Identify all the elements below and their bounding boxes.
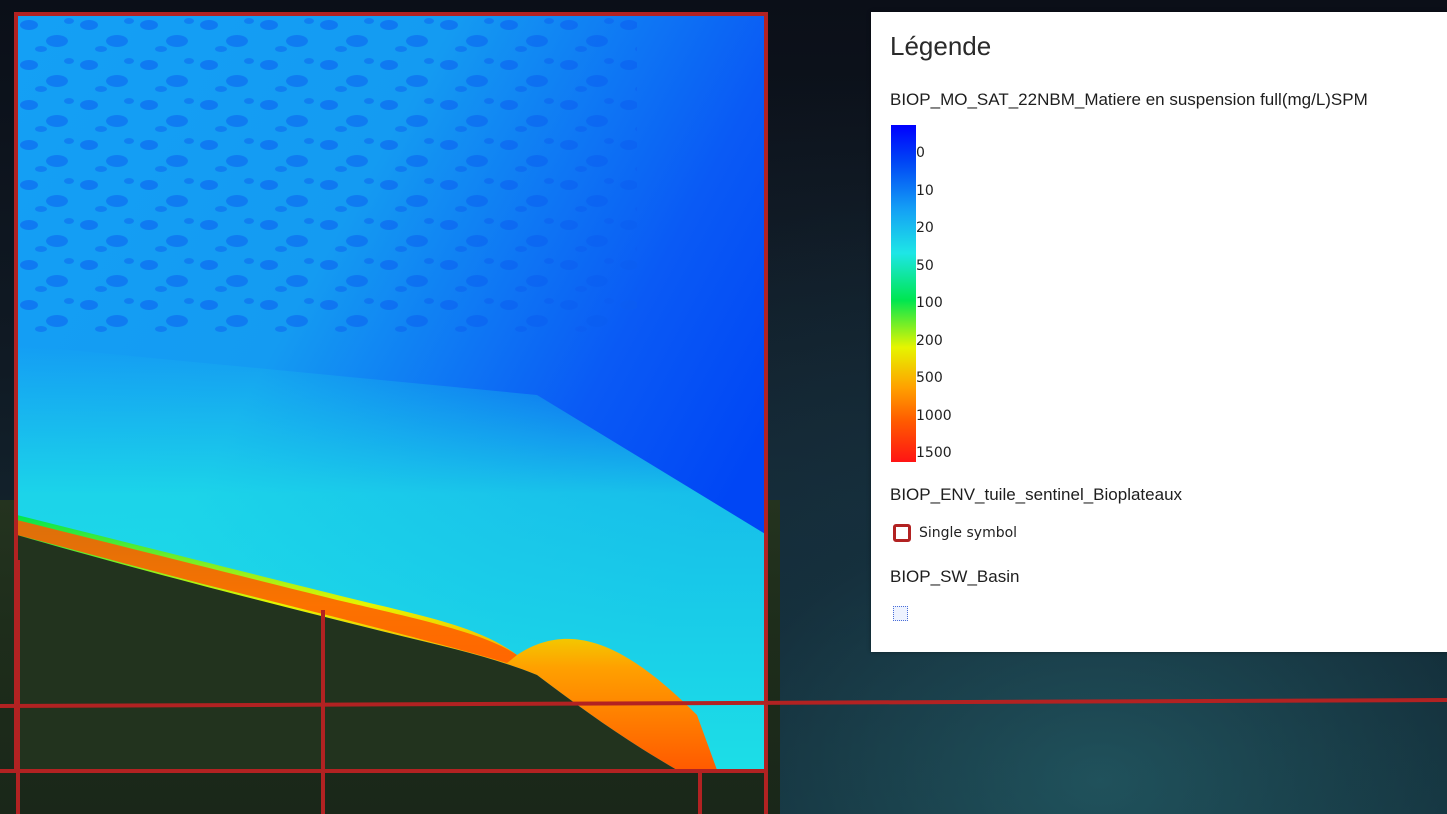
layer-title-basin: BIOP_SW_Basin (890, 567, 1020, 586)
single-symbol-swatch-icon (893, 524, 911, 542)
layer-title-spm: BIOP_MO_SAT_22NBM_Matiere en suspension … (890, 90, 1368, 109)
ramp-label: 20 (916, 220, 934, 236)
legend-panel: Légende BIOP_MO_SAT_22NBM_Matiere en sus… (871, 12, 1447, 652)
ramp-label: 0 (916, 145, 925, 161)
spm-color-ramp (891, 125, 916, 462)
ramp-label: 200 (916, 333, 943, 349)
ramp-label: 1500 (916, 445, 952, 461)
ramp-label: 10 (916, 183, 934, 199)
legend-title: Légende (890, 31, 992, 61)
basin-symbol-swatch-icon (893, 606, 908, 621)
layer-title-tiles: BIOP_ENV_tuile_sentinel_Bioplateaux (890, 485, 1183, 504)
ramp-label: 100 (916, 295, 943, 311)
ramp-label: 50 (916, 258, 934, 274)
single-symbol-label: Single symbol (919, 525, 1018, 541)
single-symbol-row: Single symbol (893, 524, 1017, 542)
ramp-label: 500 (916, 370, 943, 386)
ramp-label: 1000 (916, 408, 952, 424)
